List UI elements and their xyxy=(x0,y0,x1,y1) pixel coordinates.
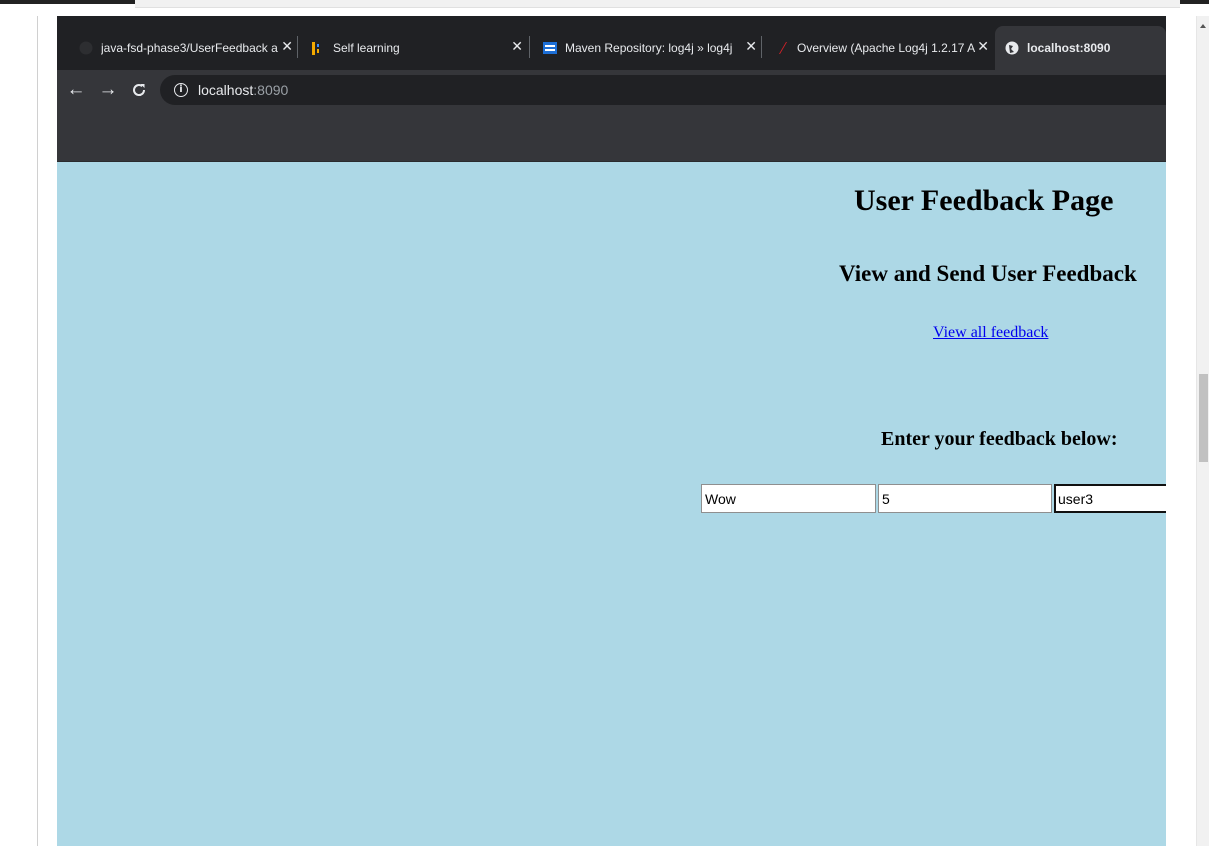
bookmarks-bar xyxy=(57,110,1166,162)
maven-icon xyxy=(543,41,557,55)
tab-separator xyxy=(297,36,298,58)
document-left-margin-rule xyxy=(37,16,38,846)
address-port: :8090 xyxy=(253,82,289,98)
feedback-comment-input[interactable] xyxy=(701,484,876,513)
tab-strip: java-fsd-phase3/UserFeedback a ✕ Self le… xyxy=(57,16,1166,70)
forward-arrow-icon[interactable]: → xyxy=(96,78,120,102)
apache-feather-icon xyxy=(775,41,789,55)
tab-separator xyxy=(529,36,530,58)
feedback-rating-input[interactable] xyxy=(878,484,1052,513)
page-subtitle: View and Send User Feedback xyxy=(839,261,1137,286)
tab-localhost-active[interactable]: localhost:8090 xyxy=(995,26,1166,70)
globe-icon xyxy=(1005,41,1019,55)
github-icon xyxy=(79,41,93,55)
document-header-shadow xyxy=(135,0,1180,8)
reload-icon[interactable] xyxy=(127,78,151,102)
tab-close-icon[interactable]: ✕ xyxy=(745,38,757,55)
screenshot-frame: java-fsd-phase3/UserFeedback a ✕ Self le… xyxy=(0,0,1209,846)
browser-window: java-fsd-phase3/UserFeedback a ✕ Self le… xyxy=(57,16,1166,846)
tab-label: Self learning xyxy=(333,41,400,55)
tab-close-icon[interactable]: ✕ xyxy=(281,38,293,55)
page-content: User Feedback Page View and Send User Fe… xyxy=(57,162,1166,846)
site-info-icon[interactable]: i xyxy=(174,83,188,97)
back-arrow-icon[interactable]: ← xyxy=(64,78,88,102)
tab-separator xyxy=(761,36,762,58)
tab-label: Maven Repository: log4j » log4j xyxy=(565,41,733,55)
tab-label: localhost:8090 xyxy=(1027,41,1111,55)
tab-apache-log4j-overview[interactable]: Overview (Apache Log4j 1.2.17 A ✕ xyxy=(767,26,993,70)
browser-toolbar: ← → i localhost:8090 xyxy=(57,70,1166,110)
document-scrollbar[interactable] xyxy=(1196,16,1209,846)
tab-label: Overview (Apache Log4j 1.2.17 A xyxy=(797,41,976,55)
form-heading: Enter your feedback below: xyxy=(881,428,1118,450)
address-bar[interactable]: i localhost:8090 xyxy=(160,75,1166,105)
tab-close-icon[interactable]: ✕ xyxy=(977,38,989,55)
scroll-up-arrow-icon[interactable] xyxy=(1200,24,1206,28)
tab-github-userfeedback[interactable]: java-fsd-phase3/UserFeedback a ✕ xyxy=(71,26,295,70)
view-all-feedback-link[interactable]: View all feedback xyxy=(933,324,1048,342)
tab-label: java-fsd-phase3/UserFeedback a xyxy=(101,41,278,55)
tab-close-icon[interactable]: ✕ xyxy=(511,38,523,55)
page-title: User Feedback Page xyxy=(854,184,1114,217)
scrollbar-thumb[interactable] xyxy=(1199,374,1208,462)
tab-maven-repository[interactable]: Maven Repository: log4j » log4j ✕ xyxy=(535,26,759,70)
address-host: localhost xyxy=(198,82,254,98)
feedback-user-input[interactable] xyxy=(1054,484,1166,513)
tab-self-learning[interactable]: Self learning ✕ xyxy=(303,26,527,70)
bars-logo-icon xyxy=(311,41,325,55)
document-top-bar xyxy=(0,0,1209,16)
